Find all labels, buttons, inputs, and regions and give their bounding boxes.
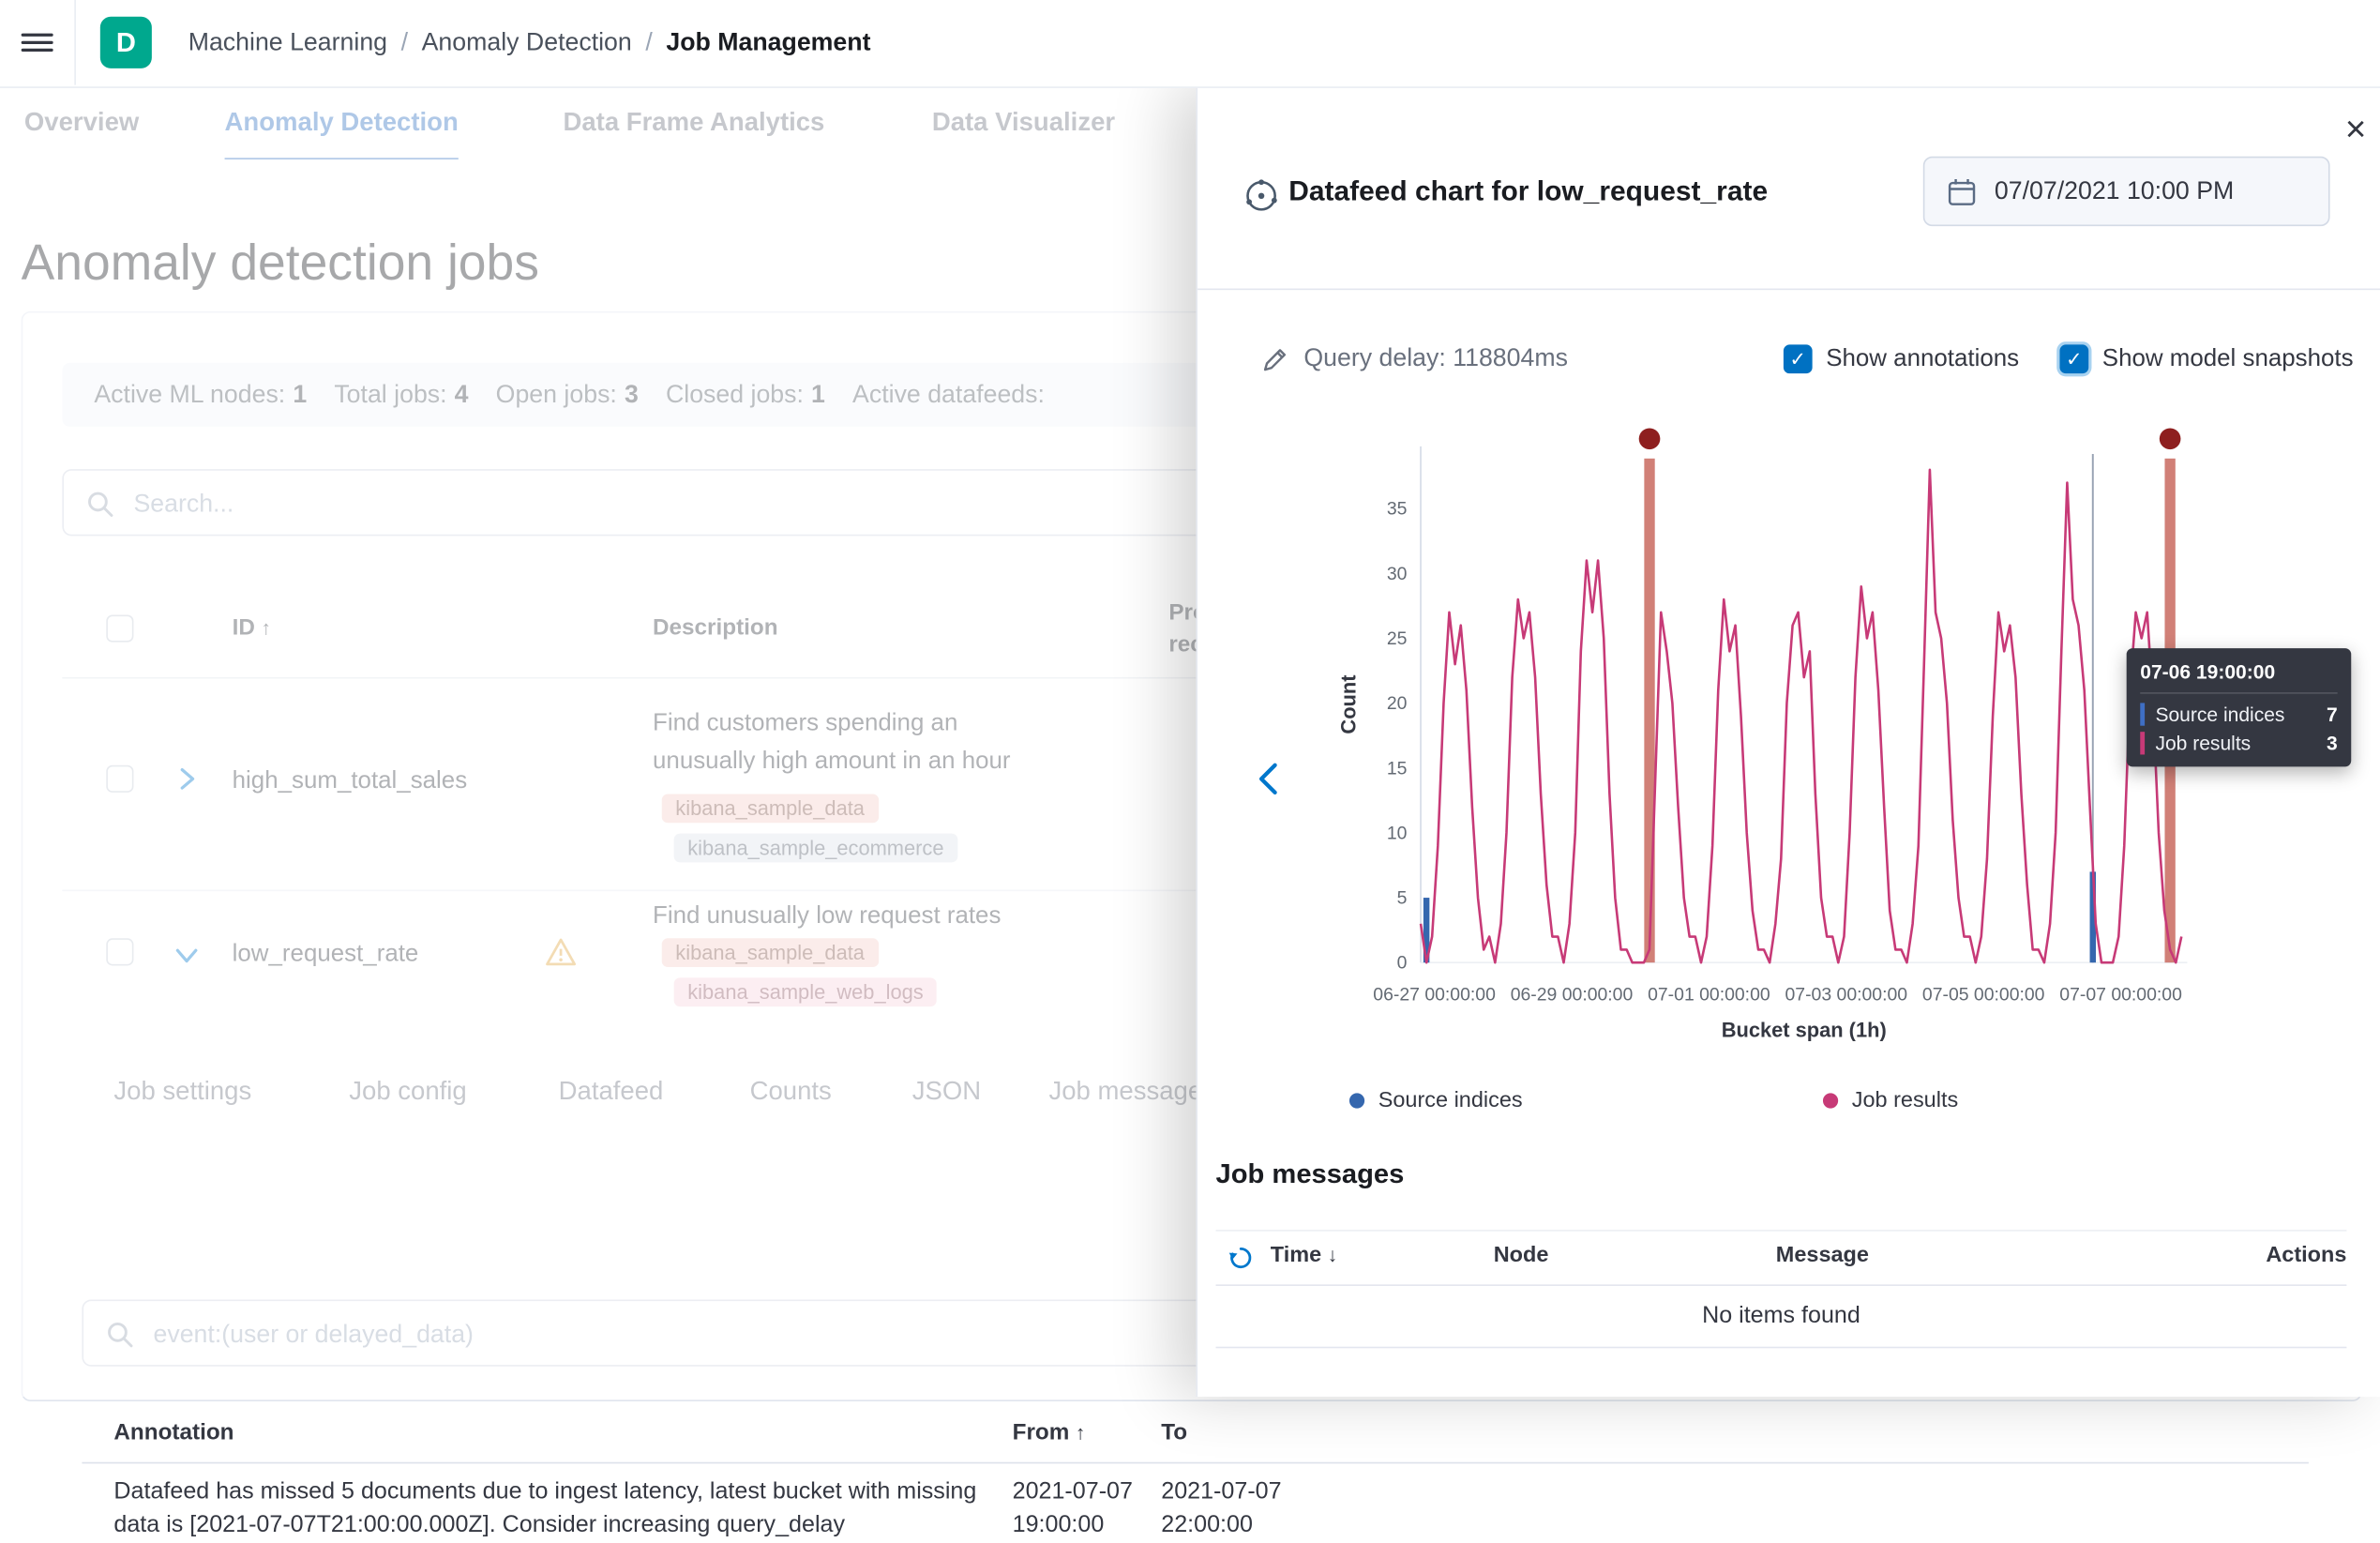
annotations-table-header: Annotation From↑ To (82, 1411, 2309, 1464)
breadcrumb: Machine Learning / Anomaly Detection / J… (188, 0, 871, 86)
tooltip-row: Job results 3 (2140, 732, 2337, 754)
flyout-title: Datafeed chart for low_request_rate (1288, 174, 1768, 208)
empty-table-message: No items found (1216, 1286, 2347, 1348)
legend-source-indices[interactable]: Source indices (1349, 1089, 1523, 1113)
job-messages-header: Time↓ Node Message Actions (1216, 1230, 2347, 1286)
legend-dot (1349, 1093, 1364, 1108)
svg-text:07-03 00:00:00: 07-03 00:00:00 (1785, 985, 1908, 1006)
column-header-actions: Actions (2266, 1244, 2346, 1268)
datafeed-chart-icon (1243, 177, 1280, 221)
query-delay: Query delay: 118804ms (1261, 344, 1568, 373)
svg-text:07-01 00:00:00: 07-01 00:00:00 (1648, 985, 1770, 1006)
tooltip-header: 07-06 19:00:00 (2140, 660, 2337, 694)
svg-text:Count: Count (1337, 675, 1360, 734)
checkbox-label: Show annotations (1826, 345, 2019, 372)
series-swatch (2140, 703, 2145, 725)
sort-desc-icon: ↓ (1328, 1244, 1338, 1266)
query-delay-text: Query delay: 118804ms (1303, 344, 1568, 373)
divider (1198, 289, 2380, 291)
checkbox-checked-icon: ✓ (1784, 344, 1813, 373)
svg-text:25: 25 (1387, 628, 1408, 649)
legend-job-results[interactable]: Job results (1823, 1089, 1958, 1113)
datafeed-chart-plot[interactable]: 0 5 10 15 20 25 30 35 06-27 00:00:00 06-29 00:00:… (1337, 424, 2218, 1050)
top-bar: D Machine Learning / Anomaly Detection /… (0, 0, 2380, 88)
datafeed-chart-flyout: × Datafeed chart for low_request_rate 07… (1196, 86, 2380, 1397)
sort-asc-icon: ↑ (1076, 1421, 1086, 1444)
deployment-logo[interactable]: D (100, 17, 152, 68)
date-picker[interactable]: 07/07/2021 10:00 PM (1923, 157, 2330, 226)
column-header-to[interactable]: To (1161, 1419, 1187, 1445)
refresh-icon[interactable] (1228, 1245, 1254, 1271)
svg-text:5: 5 (1397, 888, 1408, 909)
column-header-message: Message (1776, 1244, 1869, 1268)
svg-text:35: 35 (1387, 499, 1408, 520)
annotation-to: 2021-07-07 22:00:00 (1161, 1475, 1291, 1542)
date-picker-value: 07/07/2021 10:00 PM (1995, 177, 2234, 206)
legend-dot (1823, 1093, 1838, 1108)
job-messages-table: Time↓ Node Message Actions No items foun… (1216, 1230, 2347, 1348)
chart-tooltip: 07-06 19:00:00 Source indices 7 Job resu… (2127, 648, 2352, 766)
svg-text:20: 20 (1387, 693, 1408, 714)
column-header-node: Node (1494, 1244, 1549, 1268)
breadcrumb-anomaly-detection[interactable]: Anomaly Detection (422, 29, 632, 58)
column-header-annotation: Annotation (113, 1419, 233, 1445)
chevron-left-icon (1249, 755, 1288, 801)
calendar-icon (1948, 177, 1977, 206)
svg-text:Bucket span (1h): Bucket span (1h) (1722, 1019, 1887, 1042)
svg-text:07-07 00:00:00: 07-07 00:00:00 (2059, 985, 2182, 1006)
breadcrumb-separator: / (645, 29, 652, 58)
svg-text:07-05 00:00:00: 07-05 00:00:00 (1922, 985, 2045, 1006)
svg-text:06-29 00:00:00: 06-29 00:00:00 (1511, 985, 1634, 1006)
svg-text:06-27 00:00:00: 06-27 00:00:00 (1373, 985, 1496, 1006)
annotation-pencil-icon (1261, 345, 1288, 372)
close-icon[interactable]: × (2333, 108, 2379, 154)
show-model-snapshots-checkbox[interactable]: ✓ Show model snapshots (2059, 344, 2353, 373)
breadcrumb-machine-learning[interactable]: Machine Learning (188, 29, 387, 58)
app-root: D Machine Learning / Anomaly Detection /… (0, 0, 2380, 1397)
svg-text:30: 30 (1387, 564, 1408, 584)
series-swatch (2140, 732, 2145, 754)
show-annotations-checkbox[interactable]: ✓ Show annotations (1784, 344, 2019, 373)
svg-text:10: 10 (1387, 823, 1408, 843)
breadcrumb-separator: / (401, 29, 408, 58)
svg-text:15: 15 (1387, 758, 1408, 779)
annotation-from: 2021-07-07 19:00:00 (1013, 1475, 1143, 1542)
column-header-time[interactable]: Time↓ (1271, 1244, 1337, 1268)
annotation-text: Datafeed has missed 5 documents due to i… (113, 1475, 994, 1542)
column-header-from[interactable]: From↑ (1013, 1419, 1086, 1445)
checkbox-checked-icon: ✓ (2059, 344, 2088, 373)
hamburger-menu-icon[interactable] (0, 0, 76, 85)
tooltip-row: Source indices 7 (2140, 703, 2337, 725)
job-messages-title: Job messages (1216, 1158, 1405, 1190)
checkbox-label: Show model snapshots (2102, 345, 2354, 372)
chart-previous-button[interactable] (1246, 754, 1292, 806)
svg-text:0: 0 (1397, 953, 1408, 974)
breadcrumb-job-management: Job Management (666, 29, 870, 58)
